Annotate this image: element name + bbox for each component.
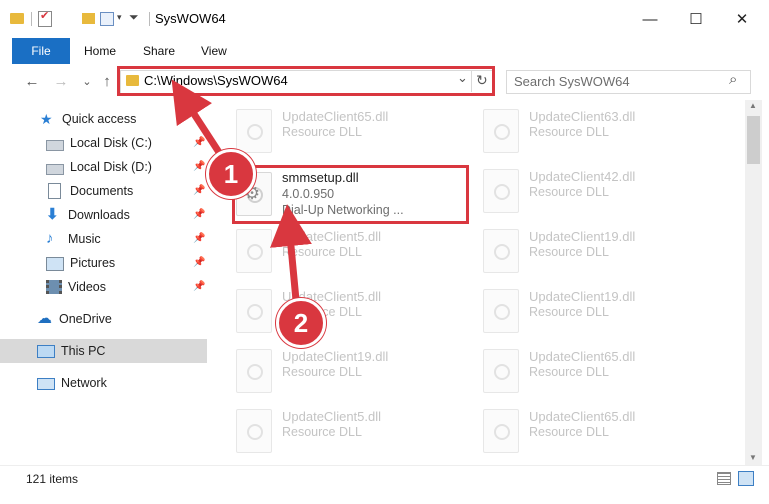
arrow-to-file — [270, 204, 312, 301]
step-1-badge: 1 — [206, 149, 256, 199]
arrow-to-address-bar — [171, 79, 227, 162]
annotation-arrows — [171, 79, 312, 301]
step-2-badge: 2 — [276, 298, 326, 348]
